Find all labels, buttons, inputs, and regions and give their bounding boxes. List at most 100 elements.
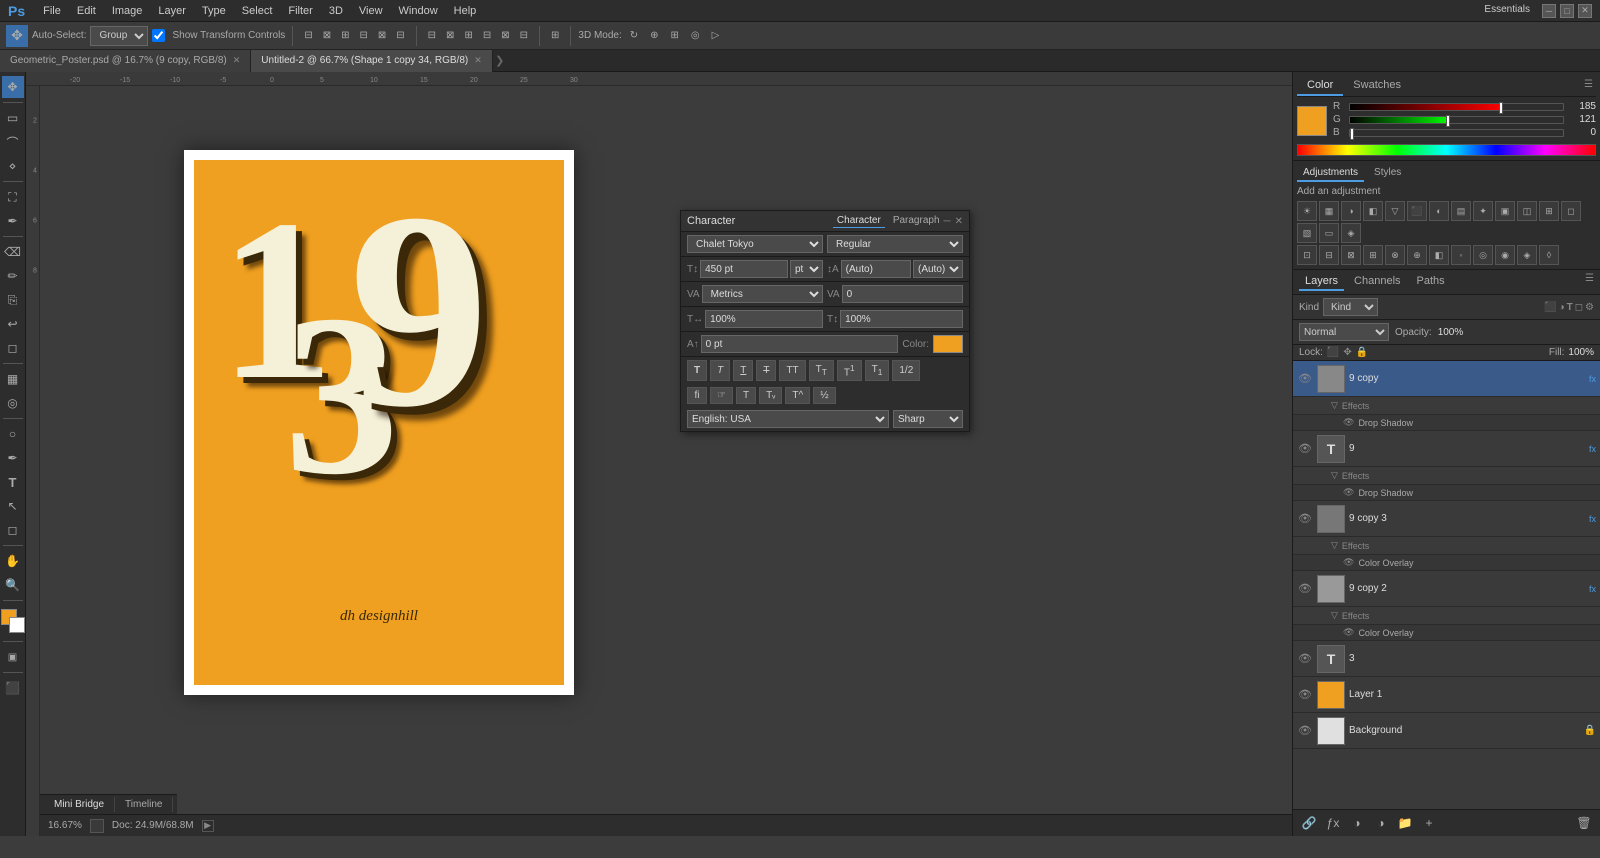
tracking-select[interactable]: Metrics Optical 0 <box>702 285 823 303</box>
scale-v-input[interactable] <box>840 310 963 328</box>
frac-btn[interactable]: 1/2 <box>892 360 920 381</box>
old-fig-btn[interactable]: T <box>736 387 756 404</box>
adj-threshold[interactable]: ▧ <box>1297 223 1317 243</box>
hand-tool[interactable]: ✋ <box>2 550 24 572</box>
filter-smart-icon[interactable]: ⚙ <box>1585 302 1594 313</box>
menu-file[interactable]: File <box>35 3 69 19</box>
all-caps-btn[interactable]: TT <box>779 360 805 381</box>
layer-item-9copy[interactable]: 👁 9 copy fx <box>1293 361 1600 397</box>
dodge-tool[interactable]: ○ <box>2 423 24 445</box>
layers-panel-menu[interactable]: ☰ <box>1585 273 1594 291</box>
char-panel-minimize[interactable]: ─ <box>944 216 951 227</box>
3d-pan-btn[interactable]: ⊕ <box>646 27 662 44</box>
lasso-tool[interactable]: ⌒ <box>2 131 24 153</box>
menu-3d[interactable]: 3D <box>321 3 351 19</box>
italic-btn[interactable]: T <box>710 360 730 381</box>
background-color[interactable] <box>9 617 25 633</box>
menu-layer[interactable]: Layer <box>150 3 194 19</box>
filter-kind-select[interactable]: Kind Name Effect <box>1323 298 1378 316</box>
layer-vis-9[interactable]: 👁 <box>1297 441 1313 457</box>
align-top-btn[interactable]: ⊟ <box>355 27 371 44</box>
dist-top-btn[interactable]: ⊟ <box>479 27 495 44</box>
leading-input[interactable] <box>841 260 911 278</box>
layer-item-9[interactable]: 👁 T 9 fx <box>1293 431 1600 467</box>
adj-btn-r7[interactable]: ◧ <box>1429 245 1449 265</box>
styles-tab[interactable]: Styles <box>1368 165 1407 182</box>
3d-zoom-btn[interactable]: ⊞ <box>667 27 683 44</box>
layer-item-9copy2[interactable]: 👁 9 copy 2 fx <box>1293 571 1600 607</box>
adj-posterize[interactable]: ◻ <box>1561 201 1581 221</box>
effect-eye-9copy3[interactable]: ▽ <box>1331 540 1338 551</box>
antialiasing-select[interactable]: Sharp Crisp Strong Smooth <box>893 410 963 428</box>
ordinal-btn[interactable]: T^ <box>785 387 810 404</box>
gradient-tool[interactable]: ▦ <box>2 368 24 390</box>
adj-btn-r12[interactable]: ◊ <box>1539 245 1559 265</box>
align-right-btn[interactable]: ⊞ <box>337 27 353 44</box>
screen-mode-btn[interactable]: ⬛ <box>2 677 24 699</box>
new-group-btn[interactable]: 📁 <box>1395 813 1415 833</box>
canvas-area[interactable]: 1 3 9 dh designhill <box>40 86 1292 836</box>
adj-btn-r1[interactable]: ⊡ <box>1297 245 1317 265</box>
color-tab[interactable]: Color <box>1297 76 1343 96</box>
dist-center-btn[interactable]: ⊠ <box>442 27 458 44</box>
adj-bw[interactable]: ▤ <box>1451 201 1471 221</box>
paths-tab[interactable]: Paths <box>1411 273 1451 291</box>
strikethrough-btn[interactable]: T <box>756 360 776 381</box>
effect-eye-co-9copy2[interactable]: 👁 <box>1343 627 1354 638</box>
font-name-select[interactable]: Chalet Tokyo <box>687 235 823 253</box>
superscript-btn[interactable]: T1 <box>837 360 862 381</box>
align-center-h-btn[interactable]: ⊠ <box>319 27 335 44</box>
adj-btn-r6[interactable]: ⊕ <box>1407 245 1427 265</box>
arrange-btn[interactable]: ⊞ <box>547 27 563 44</box>
layer-vis-9copy3[interactable]: 👁 <box>1297 511 1313 527</box>
clone-tool[interactable]: ⎘ <box>2 289 24 311</box>
maximize-button[interactable]: □ <box>1560 4 1574 18</box>
layer-vis-1[interactable]: 👁 <box>1297 687 1313 703</box>
adj-curves[interactable]: ◑ <box>1341 201 1361 221</box>
color-panel-menu[interactable]: ☰ <box>1581 76 1596 96</box>
mini-bridge-tab[interactable]: Mini Bridge <box>44 797 115 812</box>
zoom-indicator[interactable] <box>90 819 104 833</box>
swash-btn[interactable]: ☞ <box>710 387 733 404</box>
zoom-tool[interactable]: 🔍 <box>2 574 24 596</box>
adj-vibrance[interactable]: ▽ <box>1385 201 1405 221</box>
layer-vis-9copy[interactable]: 👁 <box>1297 371 1313 387</box>
tab-collapse-btn[interactable]: ❯ <box>493 50 507 72</box>
filter-shape-icon[interactable]: ◻ <box>1575 302 1583 313</box>
effect-eye-9copy[interactable]: ▽ <box>1331 400 1338 411</box>
adj-photo-filter[interactable]: ✦ <box>1473 201 1493 221</box>
menu-view[interactable]: View <box>351 3 391 19</box>
layer-fx-9[interactable]: fx <box>1589 444 1596 454</box>
magic-wand-tool[interactable]: ⋄ <box>2 155 24 177</box>
status-arrow[interactable]: ▶ <box>202 820 214 832</box>
quick-mask-btn[interactable]: ▣ <box>2 646 24 668</box>
blend-mode-select[interactable]: Normal Multiply Screen Overlay <box>1299 323 1389 341</box>
tab-poster[interactable]: Geometric_Poster.psd @ 16.7% (9 copy, RG… <box>0 50 251 72</box>
filter-adj-icon[interactable]: ◑ <box>1559 302 1565 313</box>
adj-selective-color[interactable]: ◈ <box>1341 223 1361 243</box>
menu-help[interactable]: Help <box>446 3 485 19</box>
layer-fx-9copy2[interactable]: fx <box>1589 584 1596 594</box>
3d-slide-btn[interactable]: ▷ <box>708 27 724 44</box>
tab-untitled[interactable]: Untitled-2 @ 66.7% (Shape 1 copy 34, RGB… <box>251 50 492 72</box>
adj-btn-r3[interactable]: ⊠ <box>1341 245 1361 265</box>
new-layer-btn[interactable]: + <box>1419 813 1439 833</box>
new-adj-layer-btn[interactable]: ◑ <box>1371 813 1391 833</box>
char-panel-close[interactable]: ✕ <box>955 216 963 227</box>
subscript-btn[interactable]: T1 <box>865 360 890 381</box>
effect-eye-co-9copy3[interactable]: 👁 <box>1343 557 1354 568</box>
adj-btn-r8[interactable]: ◦ <box>1451 245 1471 265</box>
adj-invert[interactable]: ⊞ <box>1539 201 1559 221</box>
color-selector[interactable] <box>1 609 25 633</box>
tab-poster-close[interactable]: ✕ <box>233 55 241 66</box>
eyedropper-tool[interactable]: ✒ <box>2 210 24 232</box>
align-left-btn[interactable]: ⊟ <box>300 27 316 44</box>
menu-edit[interactable]: Edit <box>69 3 104 19</box>
adj-color-balance[interactable]: ◐ <box>1429 201 1449 221</box>
pen-tool[interactable]: ✒ <box>2 447 24 469</box>
red-slider-track[interactable] <box>1349 103 1564 111</box>
auto-select-dropdown[interactable]: Group Layer <box>90 26 148 46</box>
move-tool-icon[interactable]: ✥ <box>6 25 28 47</box>
marquee-tool[interactable]: ▭ <box>2 107 24 129</box>
adj-btn-r10[interactable]: ◉ <box>1495 245 1515 265</box>
